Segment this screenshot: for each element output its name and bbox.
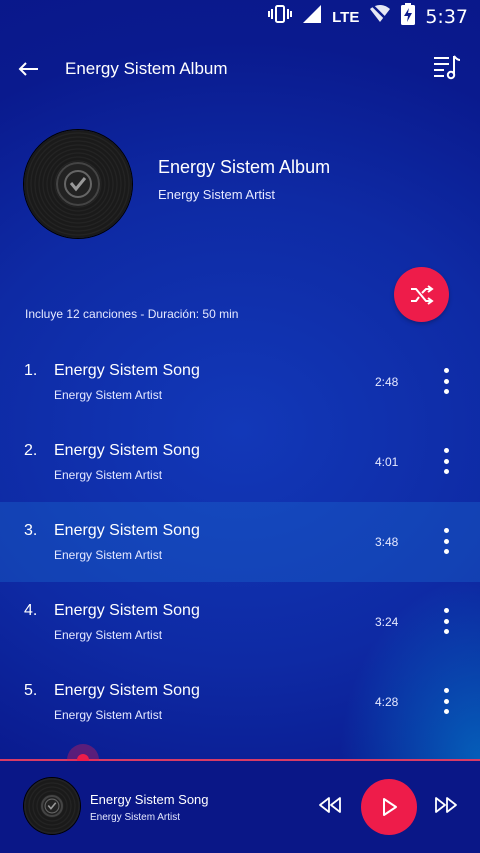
energy-logo-icon (44, 798, 60, 814)
song-row[interactable]: 5. Energy Sistem Song Energy Sistem Arti… (0, 662, 480, 742)
song-row[interactable]: 1. Energy Sistem Song Energy Sistem Arti… (0, 342, 480, 422)
wifi-off-icon (369, 4, 391, 30)
playlist-music-icon (434, 55, 461, 80)
song-number: 5. (24, 682, 38, 699)
song-number: 3. (24, 522, 38, 539)
shuffle-icon (410, 284, 434, 305)
song-title: Energy Sistem Song (54, 682, 200, 699)
shuffle-button[interactable] (394, 267, 449, 322)
app-bar: Energy Sistem Album (0, 34, 480, 104)
now-playing-cover (24, 778, 80, 834)
more-options-icon[interactable] (436, 528, 456, 554)
more-options-icon[interactable] (436, 688, 456, 714)
song-duration: 2:48 (375, 375, 399, 389)
album-cover (24, 130, 132, 238)
play-icon (383, 798, 397, 816)
album-label (56, 162, 100, 206)
song-duration: 4:28 (375, 695, 399, 709)
vibrate-icon (268, 4, 293, 30)
page-title: Energy Sistem Album (65, 59, 228, 78)
album-artist: Energy Sistem Artist (158, 187, 276, 202)
song-row[interactable]: 4. Energy Sistem Song Energy Sistem Arti… (0, 582, 480, 662)
rewind-icon (319, 797, 341, 813)
play-button[interactable] (361, 779, 417, 835)
now-playing-artist: Energy Sistem Artist (90, 812, 181, 823)
song-title: Energy Sistem Song (54, 442, 200, 459)
song-number: 1. (24, 362, 38, 379)
fast-forward-button[interactable] (432, 793, 460, 817)
fast-forward-icon (435, 797, 457, 813)
back-button[interactable] (14, 54, 44, 84)
song-artist: Energy Sistem Artist (54, 468, 163, 482)
song-title: Energy Sistem Song (54, 362, 200, 379)
song-number: 2. (24, 442, 38, 459)
arrow-left-icon (18, 62, 38, 76)
more-options-icon[interactable] (436, 368, 456, 394)
energy-logo-icon (64, 170, 92, 198)
now-playing-title: Energy Sistem Song (90, 792, 209, 807)
song-row[interactable]: 2. Energy Sistem Song Energy Sistem Arti… (0, 422, 480, 502)
song-artist: Energy Sistem Artist (54, 708, 163, 722)
song-number: 4. (24, 602, 38, 619)
mini-player: Energy Sistem Song Energy Sistem Artist (0, 761, 480, 853)
song-row-highlighted[interactable]: 3. Energy Sistem Song Energy Sistem Arti… (0, 502, 480, 582)
song-duration: 3:24 (375, 615, 399, 629)
rewind-button[interactable] (316, 793, 344, 817)
signal-icon (302, 4, 322, 30)
battery-charging-icon (401, 3, 416, 31)
clock: 5:37 (425, 6, 468, 28)
queue-button[interactable] (432, 52, 462, 82)
more-options-icon[interactable] (436, 448, 456, 474)
song-title: Energy Sistem Song (54, 522, 200, 539)
song-title: Energy Sistem Song (54, 602, 200, 619)
song-list: 1. Energy Sistem Song Energy Sistem Arti… (0, 342, 480, 742)
song-duration: 4:01 (375, 455, 399, 469)
album-title: Energy Sistem Album (158, 157, 331, 177)
now-playing-label (41, 795, 63, 817)
network-type: LTE (332, 8, 360, 26)
status-bar: LTE 5:37 (0, 0, 480, 34)
album-info: Incluye 12 canciones - Duración: 50 min (25, 307, 239, 321)
more-options-icon[interactable] (436, 608, 456, 634)
song-artist: Energy Sistem Artist (54, 548, 163, 562)
song-artist: Energy Sistem Artist (54, 388, 163, 402)
song-artist: Energy Sistem Artist (54, 628, 163, 642)
song-duration: 3:48 (375, 535, 399, 549)
